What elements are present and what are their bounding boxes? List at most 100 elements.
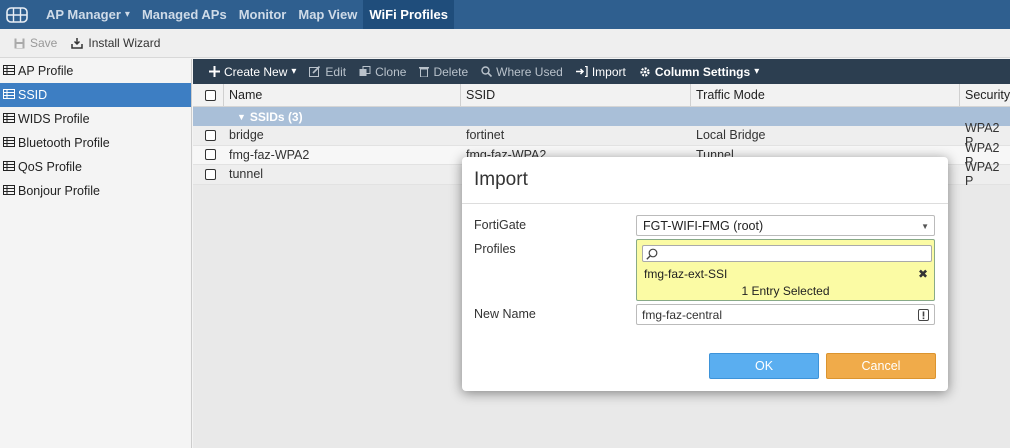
install-wizard-label: Install Wizard <box>88 36 161 50</box>
sidebar-item-label: SSID <box>18 88 48 102</box>
edit-label: Edit <box>325 64 347 79</box>
chevron-down-icon: ▾ <box>291 66 297 77</box>
row-checkbox[interactable] <box>205 146 216 165</box>
selection-count: 1 Entry Selected <box>741 284 830 298</box>
table-row[interactable]: bridge fortinet Local Bridge WPA2 P <box>193 121 1010 149</box>
where-used-button[interactable]: Where Used <box>481 65 563 79</box>
sidebar-item-bluetooth-profile[interactable]: Bluetooth Profile <box>0 131 191 155</box>
import-dialog: Import FortiGate FGT-WIFI-FMG (root) ▼ P… <box>462 157 948 391</box>
table-icon <box>3 160 15 174</box>
table-icon <box>3 64 15 78</box>
nav-ap-manager-label: AP Manager <box>46 7 121 22</box>
nav-managed-aps-label: Managed APs <box>141 7 227 22</box>
import-button[interactable]: Import <box>575 64 626 79</box>
selected-profile: fmg-faz-ext-SSI <box>644 267 728 281</box>
sidebar-item-label: Bonjour Profile <box>18 184 100 198</box>
cell-security: WPA2 P <box>965 160 1000 189</box>
edit-button[interactable]: Edit <box>309 65 346 79</box>
install-icon <box>71 37 84 49</box>
new-name-value: fmg-faz-central <box>642 307 723 322</box>
clone-label: Clone <box>375 64 407 79</box>
delete-label: Delete <box>433 64 469 79</box>
search-icon <box>481 66 493 77</box>
cell-name: tunnel <box>229 167 264 182</box>
sidebar-item-ssid[interactable]: SSID <box>0 83 191 107</box>
header-ssid[interactable]: SSID <box>466 84 495 106</box>
dialog-title: Import <box>462 157 948 204</box>
profiles-multiselect[interactable]: fmg-faz-ext-SSI ✖ 1 Entry Selected <box>636 239 935 301</box>
nav-monitor-label: Monitor <box>238 7 287 22</box>
plus-icon <box>209 66 220 77</box>
create-new-button[interactable]: Create New ▾ <box>209 65 296 79</box>
search-icon <box>646 248 658 260</box>
save-button-label: Save <box>30 36 58 50</box>
cell-name: bridge <box>229 128 264 143</box>
new-name-input[interactable]: fmg-faz-central <box>636 304 935 325</box>
save-icon <box>14 38 25 48</box>
create-new-label: Create New <box>224 64 288 79</box>
sidebar-item-label: WIDS Profile <box>18 112 90 126</box>
nav-map-view-label: Map View <box>298 7 358 22</box>
sidebar-item-bonjour-profile[interactable]: Bonjour Profile <box>0 179 191 203</box>
profiles-label: Profiles <box>474 242 516 256</box>
trash-icon <box>419 67 430 77</box>
where-used-label: Where Used <box>496 64 563 79</box>
column-settings-label: Column Settings <box>654 64 751 79</box>
header-name[interactable]: Name <box>229 84 262 106</box>
delete-button[interactable]: Delete <box>419 65 468 79</box>
action-bar: Create New ▾ Edit Clone Delete Where Use… <box>193 59 1010 84</box>
cell-traffic-mode: Local Bridge <box>696 128 766 143</box>
nav-wifi-profiles-label: WiFi Profiles <box>369 7 448 22</box>
import-icon <box>575 66 588 77</box>
row-checkbox[interactable] <box>205 126 216 145</box>
fortigate-select-value: FGT-WIFI-FMG (root) <box>643 218 764 233</box>
chevron-down-icon: ▼ <box>921 222 929 231</box>
sidebar-item-qos-profile[interactable]: QoS Profile <box>0 155 191 179</box>
header-security[interactable]: Security <box>965 84 1010 106</box>
sidebar-item-ap-profile[interactable]: AP Profile <box>0 59 191 83</box>
warning-icon <box>918 309 929 324</box>
nav-monitor[interactable]: Monitor <box>233 0 293 29</box>
gear-icon <box>640 66 650 77</box>
cell-name: fmg-faz-WPA2 <box>229 147 310 162</box>
table-icon <box>3 184 15 198</box>
nav-map-view[interactable]: Map View <box>292 0 363 29</box>
chevron-down-icon: ▾ <box>754 66 760 77</box>
fortigate-select[interactable]: FGT-WIFI-FMG (root) ▼ <box>636 215 935 236</box>
app-grid-icon[interactable] <box>0 0 34 29</box>
install-wizard-button[interactable]: Install Wizard <box>71 36 160 50</box>
select-all-checkbox[interactable] <box>205 84 216 106</box>
chevron-down-icon: ▾ <box>124 9 130 20</box>
nav-managed-aps[interactable]: Managed APs <box>136 0 233 29</box>
table-header: Name SSID Traffic Mode Security <box>193 84 1010 107</box>
table-icon <box>3 136 15 150</box>
table-icon <box>3 112 15 126</box>
new-name-label: New Name <box>474 307 536 321</box>
column-settings-button[interactable]: Column Settings ▾ <box>639 65 759 79</box>
header-traffic-mode[interactable]: Traffic Mode <box>696 84 765 106</box>
ok-button[interactable]: OK <box>709 353 819 379</box>
row-checkbox[interactable] <box>205 165 216 184</box>
profiles-search-input[interactable] <box>642 245 932 262</box>
clone-icon <box>359 66 371 76</box>
fortigate-label: FortiGate <box>474 218 527 232</box>
clone-button[interactable]: Clone <box>359 65 406 79</box>
remove-selection-icon[interactable]: ✖ <box>918 267 928 281</box>
cell-ssid: fortinet <box>466 128 505 143</box>
group-row-ssids[interactable]: ▼ SSIDs (3) <box>193 107 1010 126</box>
cancel-button[interactable]: Cancel <box>826 353 936 379</box>
import-label: Import <box>591 64 626 79</box>
group-label: SSIDs (3) <box>249 109 303 124</box>
edit-icon <box>309 66 321 77</box>
sidebar-item-label: AP Profile <box>18 64 74 78</box>
triangle-down-icon: ▼ <box>237 111 246 122</box>
nav-wifi-profiles[interactable]: WiFi Profiles <box>363 0 454 29</box>
sidebar-item-label: Bluetooth Profile <box>18 136 110 150</box>
toolbar: Save Install Wizard <box>0 29 1010 58</box>
sidebar: AP Profile SSID WIDS Profile Bluetooth P… <box>0 59 192 448</box>
sidebar-item-wids-profile[interactable]: WIDS Profile <box>0 107 191 131</box>
nav-ap-manager[interactable]: AP Manager ▾ <box>34 0 136 29</box>
save-button[interactable]: Save <box>14 36 57 50</box>
top-navigation: AP Manager ▾ Managed APs Monitor Map Vie… <box>0 0 1010 29</box>
table-icon <box>3 88 15 102</box>
